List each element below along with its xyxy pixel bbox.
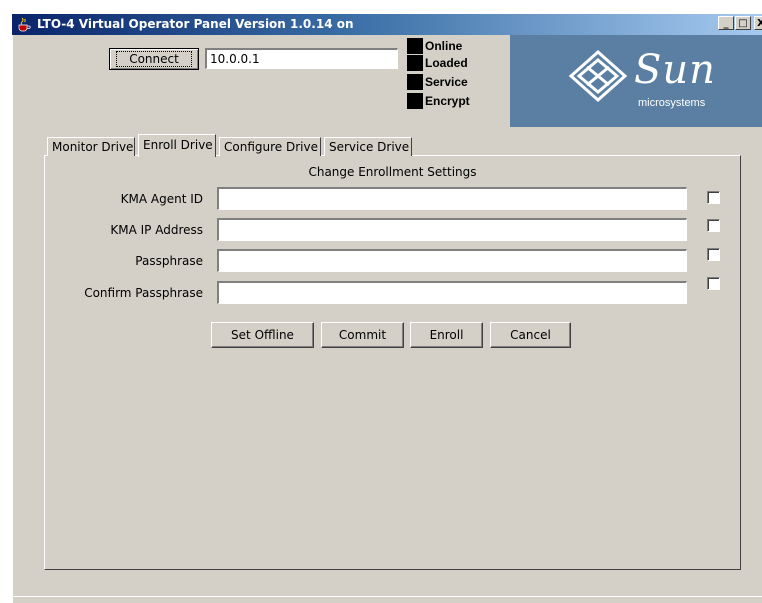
kma-ip-address-input[interactable]	[217, 218, 687, 241]
java-cup-icon	[18, 17, 31, 32]
passphrase-input[interactable]	[217, 249, 687, 272]
tab-enroll-drive[interactable]: Enroll Drive	[138, 134, 216, 157]
minimize-button[interactable]: _	[718, 16, 734, 30]
kma-ip-address-label: KMA IP Address	[110, 223, 203, 237]
status-online-indicator	[407, 38, 423, 54]
sun-logo-subtitle: microsystems	[638, 97, 706, 109]
status-online: Online	[407, 38, 462, 54]
sun-diamond-icon	[568, 49, 628, 103]
window-bottom-edge	[12, 596, 762, 597]
status-loaded-indicator	[407, 55, 423, 71]
status-encrypt-indicator	[407, 93, 423, 109]
cancel-button[interactable]: Cancel	[490, 322, 571, 348]
sun-logo-word: Sun	[634, 47, 716, 93]
tab-service-drive[interactable]: Service Drive	[324, 137, 412, 156]
confirm-passphrase-input[interactable]	[217, 281, 687, 304]
status-online-label: Online	[425, 39, 463, 53]
window-title: LTO-4 Virtual Operator Panel Version 1.0…	[37, 17, 354, 31]
connect-button-label: Connect	[116, 51, 192, 67]
passphrase-label: Passphrase	[135, 254, 203, 268]
tab-monitor-drive[interactable]: Monitor Drive	[47, 137, 135, 156]
status-loaded-label: Loaded	[425, 56, 468, 70]
kma-agent-id-input[interactable]	[217, 187, 687, 210]
kma-agent-id-checkbox[interactable]	[707, 191, 720, 204]
set-offline-button[interactable]: Set Offline	[211, 322, 314, 348]
close-button[interactable]: X	[754, 16, 762, 30]
confirm-passphrase-label: Confirm Passphrase	[84, 286, 203, 300]
panel-heading: Change Enrollment Settings	[308, 165, 477, 179]
passphrase-checkbox[interactable]	[707, 248, 720, 261]
enroll-button[interactable]: Enroll	[410, 322, 483, 348]
sun-logo: Sun microsystems	[510, 35, 762, 127]
connect-button[interactable]: Connect	[109, 48, 199, 70]
title-bar[interactable]: LTO-4 Virtual Operator Panel Version 1.0…	[12, 14, 762, 35]
status-service: Service	[407, 74, 468, 90]
status-service-indicator	[407, 74, 423, 90]
ip-address-input[interactable]: 10.0.0.1	[205, 48, 398, 69]
status-service-label: Service	[425, 75, 468, 89]
maximize-button[interactable]: □	[735, 16, 751, 30]
status-loaded: Loaded	[407, 55, 468, 71]
kma-ip-address-checkbox[interactable]	[707, 219, 720, 232]
status-encrypt: Encrypt	[407, 93, 470, 109]
kma-agent-id-label: KMA Agent ID	[120, 192, 203, 206]
tab-configure-drive[interactable]: Configure Drive	[219, 137, 321, 156]
status-encrypt-label: Encrypt	[425, 94, 470, 108]
commit-button[interactable]: Commit	[321, 322, 404, 348]
confirm-passphrase-checkbox[interactable]	[707, 277, 720, 290]
